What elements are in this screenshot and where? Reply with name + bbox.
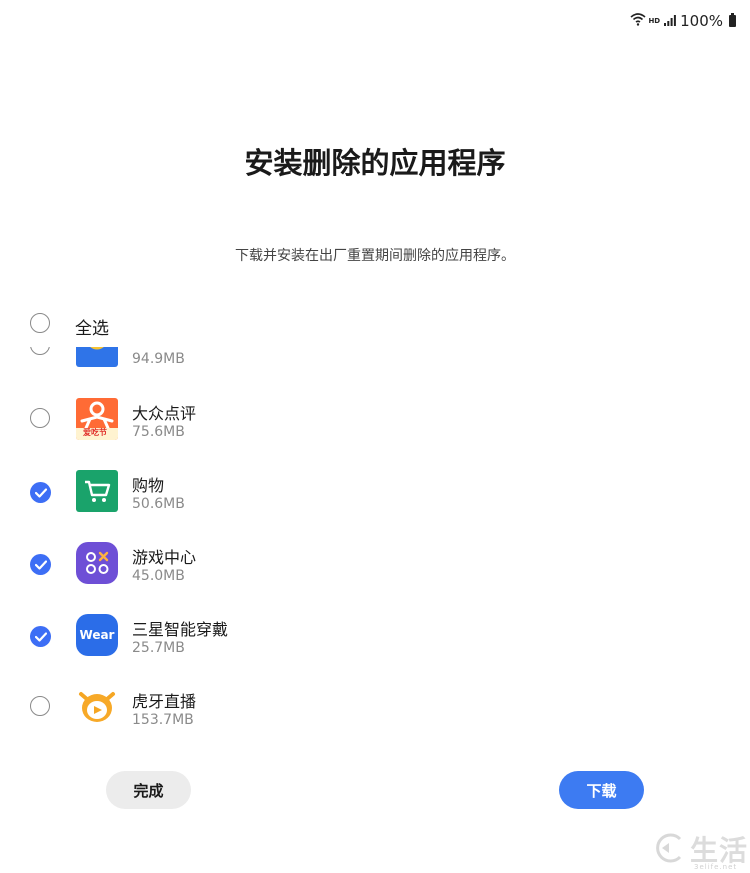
list-item[interactable]: Wear 三星智能穿戴 25.7MB [0, 614, 750, 674]
select-all-row[interactable]: 全选 [0, 308, 750, 342]
status-bar: HD 100% [630, 10, 736, 32]
list-item[interactable]: 爱吃节 大众点评 75.6MB [0, 398, 750, 458]
huya-icon [76, 686, 118, 728]
app-size: 94.9MB [132, 351, 185, 367]
page-subtitle: 下载并安装在出厂重置期间删除的应用程序。 [235, 248, 515, 264]
done-button[interactable]: 完成 [106, 771, 191, 809]
app-checkbox-checked[interactable] [30, 482, 51, 503]
shopping-cart-icon [76, 470, 118, 512]
app-name: 虎牙直播 [132, 692, 197, 711]
checkmark-icon [34, 487, 47, 498]
app-checkbox-checked[interactable] [30, 626, 51, 647]
select-all-radio[interactable] [30, 313, 50, 333]
wear-icon-label: Wear [79, 628, 115, 642]
list-item[interactable]: 虎牙直播 153.7MB [0, 686, 750, 742]
app-name: 购物 [132, 476, 165, 495]
dianping-icon: 爱吃节 [76, 398, 118, 440]
list-item[interactable]: 游戏中心 45.0MB [0, 542, 750, 602]
app-size: 25.7MB [132, 640, 185, 656]
watermark-url: 3elife.net [694, 863, 738, 871]
checkmark-icon [34, 631, 47, 642]
app-name: 游戏中心 [132, 548, 197, 567]
app-size: 75.6MB [132, 424, 185, 440]
watermark-logo-icon [656, 833, 682, 863]
app-list[interactable]: 94.9MB 爱吃节 大众点评 75.6MB 购物 50.6MB 游戏中心 45… [0, 347, 750, 742]
wear-icon: Wear [76, 614, 118, 656]
battery-icon [729, 13, 736, 27]
watermark: 生活 3elife.net [652, 829, 748, 871]
app-radio[interactable] [30, 347, 50, 355]
page-title: 安装删除的应用程序 [244, 146, 506, 180]
download-button[interactable]: 下载 [559, 771, 644, 809]
game-center-icon [76, 542, 118, 584]
wifi-icon [630, 12, 646, 30]
app-radio[interactable] [30, 696, 50, 716]
hd-label: HD [648, 17, 661, 25]
list-item[interactable]: 94.9MB [0, 347, 750, 385]
app-size: 50.6MB [132, 496, 185, 512]
checkmark-icon [34, 559, 47, 570]
app-name: 三星智能穿戴 [132, 620, 229, 639]
app-size: 45.0MB [132, 568, 185, 584]
partial-app-icon [76, 347, 118, 367]
signal-icon [664, 12, 677, 30]
list-item[interactable]: 购物 50.6MB [0, 470, 750, 530]
select-all-label: 全选 [75, 319, 109, 339]
app-checkbox-checked[interactable] [30, 554, 51, 575]
app-radio[interactable] [30, 408, 50, 428]
app-name: 大众点评 [132, 404, 197, 423]
battery-percent: 100% [680, 12, 723, 30]
app-size: 153.7MB [132, 712, 194, 728]
dianping-badge: 爱吃节 [83, 428, 107, 437]
